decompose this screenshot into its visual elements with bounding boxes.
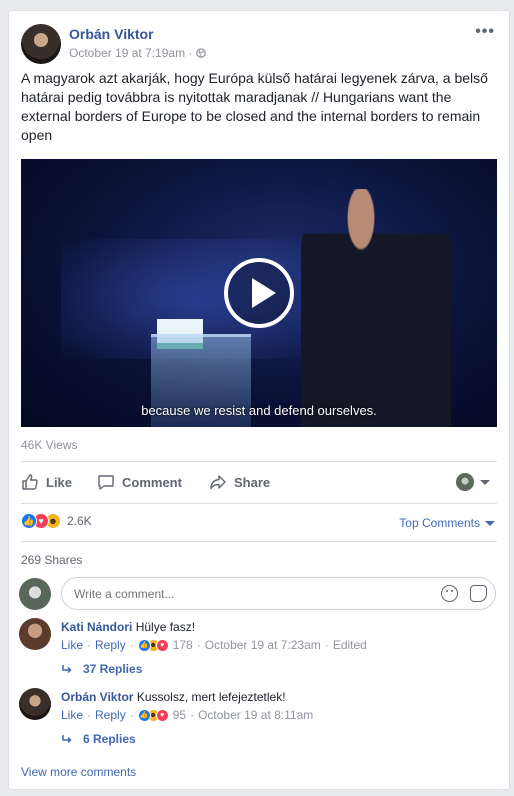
comment-reaction-count: 178 xyxy=(172,638,193,652)
current-user-avatar xyxy=(19,578,51,610)
speaker-figure xyxy=(301,189,451,427)
comment-actions: Like · Reply · 👍 ☻ ♥ 178 · October 19 at… xyxy=(61,638,367,652)
separator-dot: · xyxy=(87,638,92,652)
divider xyxy=(21,503,497,504)
share-button[interactable]: Share xyxy=(209,473,270,491)
like-label: Like xyxy=(46,474,73,490)
like-reaction-icon: 👍 xyxy=(137,638,151,652)
reply-arrow-icon xyxy=(62,735,72,744)
post-as-selector[interactable] xyxy=(456,473,490,491)
post-card: Orbán Viktor October 19 at 7:19am · ••• … xyxy=(8,10,510,790)
view-more-comments-link[interactable]: View more comments xyxy=(21,765,136,779)
comment-reply-link[interactable]: Reply xyxy=(95,708,126,722)
globe-icon xyxy=(195,48,206,58)
share-label: Share xyxy=(234,474,271,490)
comment-reactions[interactable]: 👍 ☻ ♥ xyxy=(137,638,169,652)
separator-dot: · xyxy=(190,708,195,722)
divider xyxy=(21,541,497,542)
reaction-count: 2.6K xyxy=(67,514,92,528)
reply-arrow-icon xyxy=(62,665,72,674)
separator-dot: · xyxy=(196,638,201,652)
view-replies-link[interactable]: 6 Replies xyxy=(61,732,136,746)
speech-bubble-icon xyxy=(98,475,114,490)
comment-reply-link[interactable]: Reply xyxy=(95,638,126,652)
caret-down-icon xyxy=(480,479,490,485)
post-text: A magyarok azt akarják, hogy Európa küls… xyxy=(21,70,488,143)
thumbs-up-icon xyxy=(22,474,38,490)
commenter-avatar[interactable] xyxy=(19,618,51,650)
comment-like-link[interactable]: Like xyxy=(61,638,83,652)
author-avatar[interactable] xyxy=(21,24,61,64)
comment-timestamp[interactable]: October 19 at 8:11am xyxy=(198,708,313,722)
share-count[interactable]: 269 Shares xyxy=(21,553,82,567)
separator-dot: · xyxy=(324,638,329,652)
sticker-icon[interactable] xyxy=(470,585,487,602)
replies-count: 37 Replies xyxy=(83,662,143,676)
view-replies-link[interactable]: 37 Replies xyxy=(61,662,142,676)
comment-label: Comment xyxy=(122,474,182,490)
meta-separator: · xyxy=(188,46,196,60)
post-meta: October 19 at 7:19am · xyxy=(69,46,206,60)
separator-dot: · xyxy=(129,708,134,722)
edited-label[interactable]: Edited xyxy=(333,638,367,652)
comment-body: Orbán Viktor Kussolsz, mert lefejeztetle… xyxy=(61,690,286,704)
emoji-icon[interactable] xyxy=(441,585,458,602)
caret-down-icon xyxy=(485,520,495,526)
comment-actions: Like · Reply · 👍 ☻ ♥ 95 · October 19 at … xyxy=(61,708,313,722)
love-reaction-icon: ♥ xyxy=(155,708,169,722)
video-player[interactable]: because we resist and defend ourselves. xyxy=(21,159,497,427)
comment-body: Kati Nándori Hülye fasz! xyxy=(61,620,195,634)
comment-text: Hülye fasz! xyxy=(135,620,196,634)
commenter-name[interactable]: Kati Nándori xyxy=(61,620,132,634)
comment-reactions[interactable]: 👍 ☻ ♥ xyxy=(137,708,169,722)
comment-text: Kussolsz, mert lefejeztetlek! xyxy=(136,690,286,704)
commenter-avatar[interactable] xyxy=(19,688,51,720)
commenter-name[interactable]: Orbán Viktor xyxy=(61,690,133,704)
comment-sort-label: Top Comments xyxy=(399,516,480,530)
post-options-button[interactable]: ••• xyxy=(475,23,495,41)
comment-reaction-count: 95 xyxy=(172,708,187,722)
like-button[interactable]: Like xyxy=(21,473,72,491)
separator-dot: · xyxy=(129,638,134,652)
post-timestamp[interactable]: October 19 at 7:19am xyxy=(69,46,185,60)
like-reaction-icon: 👍 xyxy=(137,708,151,722)
comment-sort-dropdown[interactable]: Top Comments xyxy=(399,516,495,530)
comment-like-link[interactable]: Like xyxy=(61,708,83,722)
love-reaction-icon: ♥ xyxy=(155,638,169,652)
share-arrow-icon xyxy=(210,475,226,490)
play-icon[interactable] xyxy=(224,258,294,328)
view-count: 46K Views xyxy=(21,438,78,452)
comment-timestamp[interactable]: October 19 at 7:23am xyxy=(205,638,321,652)
like-reaction-icon: 👍 xyxy=(21,513,37,529)
author-name[interactable]: Orbán Viktor xyxy=(69,26,154,42)
replies-count: 6 Replies xyxy=(83,732,136,746)
separator-dot: · xyxy=(87,708,92,722)
video-subtitle: because we resist and defend ourselves. xyxy=(141,403,377,418)
page-avatar xyxy=(456,473,474,491)
comment-input[interactable] xyxy=(61,577,496,610)
divider xyxy=(21,461,497,462)
comment-button[interactable]: Comment xyxy=(97,473,182,491)
reactions-summary[interactable]: 👍 ♥ ☻ 2.6K xyxy=(21,513,92,529)
